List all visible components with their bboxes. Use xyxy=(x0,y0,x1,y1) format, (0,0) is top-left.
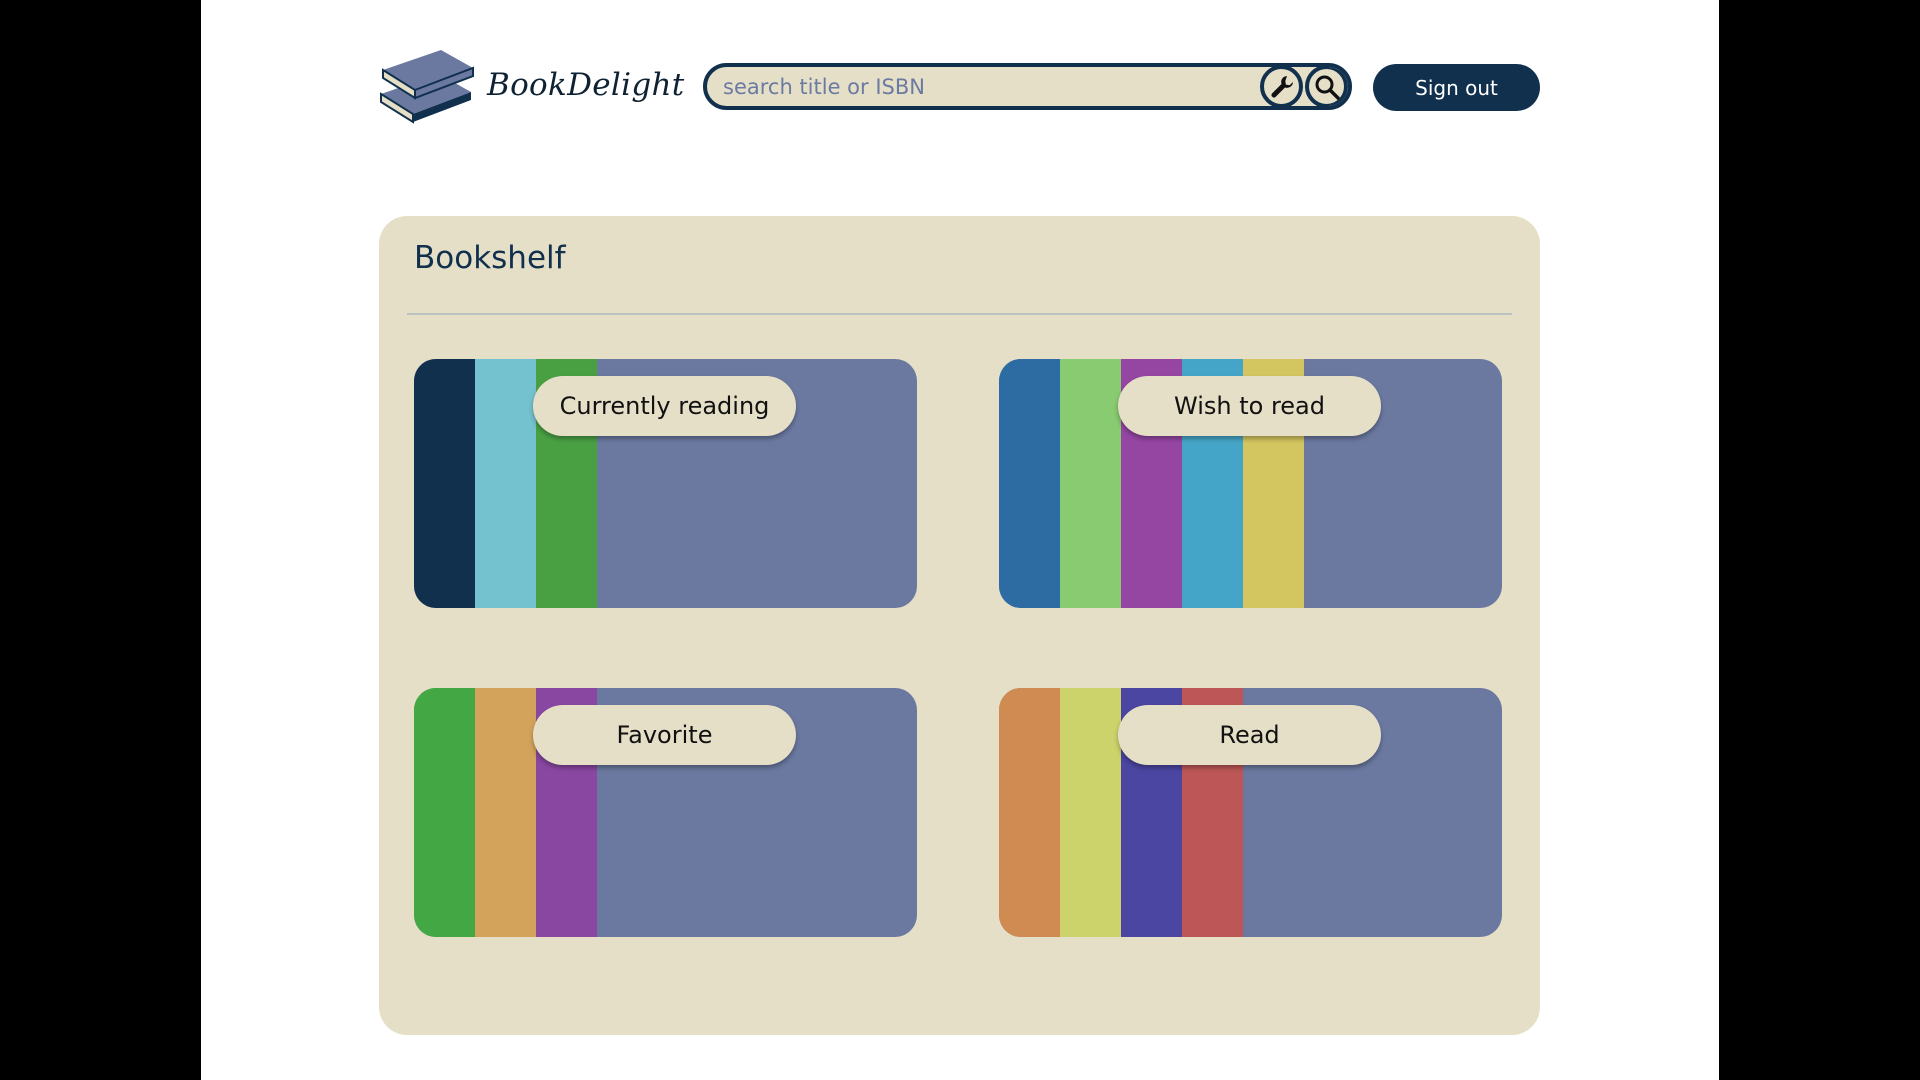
shelf-favorite[interactable]: Favorite xyxy=(414,688,917,937)
book-spine xyxy=(475,688,536,937)
magnifier-icon xyxy=(1315,75,1340,100)
book-spine xyxy=(1060,688,1121,937)
book-spine xyxy=(414,359,475,608)
search-input[interactable] xyxy=(707,67,1260,106)
shelf-label[interactable]: Wish to read xyxy=(1118,376,1381,436)
book-spine xyxy=(1060,359,1121,608)
advanced-search-button[interactable] xyxy=(1260,67,1303,106)
wrench-icon xyxy=(1271,75,1293,97)
logo[interactable]: BookDelight xyxy=(379,44,685,126)
search-button[interactable] xyxy=(1305,67,1348,106)
shelf-currently-reading[interactable]: Currently reading xyxy=(414,359,917,608)
search-bar xyxy=(703,63,1352,110)
bookshelf-title: Bookshelf xyxy=(414,240,566,276)
shelf-label[interactable]: Currently reading xyxy=(533,376,796,436)
book-spine xyxy=(414,688,475,937)
shelf-read[interactable]: Read xyxy=(999,688,1502,937)
bookshelf-panel: Bookshelf Currently reading Wish to read… xyxy=(379,216,1540,1035)
sign-out-button[interactable]: Sign out xyxy=(1373,64,1540,111)
book-spine xyxy=(475,359,536,608)
shelf-label[interactable]: Read xyxy=(1118,705,1381,765)
book-spine xyxy=(999,688,1060,937)
page: BookDelight Sign out Bookshelf Currently… xyxy=(201,0,1719,1080)
books-logo-icon xyxy=(380,50,474,124)
logo-text: BookDelight xyxy=(487,67,685,103)
shelf-wish-to-read[interactable]: Wish to read xyxy=(999,359,1502,608)
divider xyxy=(407,313,1512,315)
shelf-label[interactable]: Favorite xyxy=(533,705,796,765)
book-spine xyxy=(999,359,1060,608)
